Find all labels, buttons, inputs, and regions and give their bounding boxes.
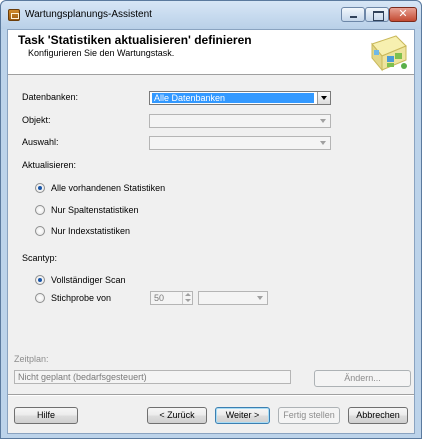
radio-sample[interactable]	[35, 293, 45, 303]
object-label: Objekt:	[22, 115, 51, 125]
radio-all-statistics[interactable]	[35, 183, 45, 193]
databases-selected-value: Alle Datenbanken	[152, 93, 314, 103]
window-title: Wartungsplanungs-Assistent	[25, 9, 152, 20]
radio-sample-label[interactable]: Stichprobe von	[51, 293, 111, 303]
radio-full-scan-label[interactable]: Vollständiger Scan	[51, 275, 126, 285]
radio-column-statistics[interactable]	[35, 205, 45, 215]
app-icon	[8, 9, 20, 21]
sample-unit-value	[201, 293, 205, 303]
close-button[interactable]: ✕	[389, 7, 417, 22]
minimize-button[interactable]	[341, 7, 365, 22]
next-button[interactable]: Weiter >	[215, 407, 270, 424]
object-selected-value	[152, 116, 156, 126]
page-subtitle: Konfigurieren Sie den Wartungstask.	[28, 48, 175, 58]
title-bar[interactable]: Wartungsplanungs-Assistent ✕	[1, 1, 421, 29]
sample-size-value: 50	[154, 293, 165, 303]
wizard-client-area: Task 'Statistiken aktualisieren' definie…	[7, 29, 415, 434]
wizard-graphic-icon	[371, 35, 407, 72]
selection-dropdown[interactable]	[149, 136, 331, 150]
object-dropdown[interactable]	[149, 114, 331, 128]
change-schedule-button[interactable]: Ändern...	[314, 370, 411, 387]
stepper-buttons[interactable]	[182, 292, 192, 304]
radio-index-statistics-label[interactable]: Nur Indexstatistiken	[51, 226, 130, 236]
back-button[interactable]: < Zurück	[147, 407, 207, 424]
scan-type-label: Scantyp:	[22, 253, 58, 263]
schedule-field: Nicht geplant (bedarfsgesteuert)	[14, 370, 291, 384]
databases-dropdown[interactable]: Alle Datenbanken	[149, 91, 331, 105]
footer-divider	[8, 394, 414, 396]
cancel-button[interactable]: Abbrechen	[348, 407, 408, 424]
chevron-down-icon[interactable]	[185, 299, 191, 302]
help-button[interactable]: Hilfe	[14, 407, 78, 424]
sample-size-stepper[interactable]: 50	[150, 291, 193, 305]
selection-selected-value	[152, 138, 156, 148]
chevron-down-icon[interactable]	[317, 137, 330, 149]
radio-column-statistics-label[interactable]: Nur Spaltenstatistiken	[51, 205, 139, 215]
schedule-value: Nicht geplant (bedarfsgesteuert)	[18, 372, 147, 382]
selection-label: Auswahl:	[22, 137, 59, 147]
databases-label: Datenbanken:	[22, 92, 79, 102]
close-icon: ✕	[398, 8, 408, 20]
radio-all-statistics-label[interactable]: Alle vorhandenen Statistiken	[51, 183, 165, 193]
chevron-down-icon[interactable]	[254, 292, 267, 304]
radio-index-statistics[interactable]	[35, 226, 45, 236]
update-group-label: Aktualisieren:	[22, 160, 77, 170]
wizard-window: Wartungsplanungs-Assistent ✕ Task 'Stati…	[0, 0, 422, 439]
page-title: Task 'Statistiken aktualisieren' definie…	[18, 33, 252, 47]
finish-button[interactable]: Fertig stellen	[278, 407, 340, 424]
chevron-down-icon[interactable]	[317, 115, 330, 127]
chevron-down-icon[interactable]	[317, 92, 330, 104]
schedule-label: Zeitplan:	[14, 354, 49, 364]
maximize-button[interactable]	[365, 7, 389, 22]
sample-unit-dropdown[interactable]	[198, 291, 268, 305]
radio-full-scan[interactable]	[35, 275, 45, 285]
chevron-up-icon[interactable]	[185, 293, 191, 296]
wizard-header: Task 'Statistiken aktualisieren' definie…	[8, 30, 414, 75]
